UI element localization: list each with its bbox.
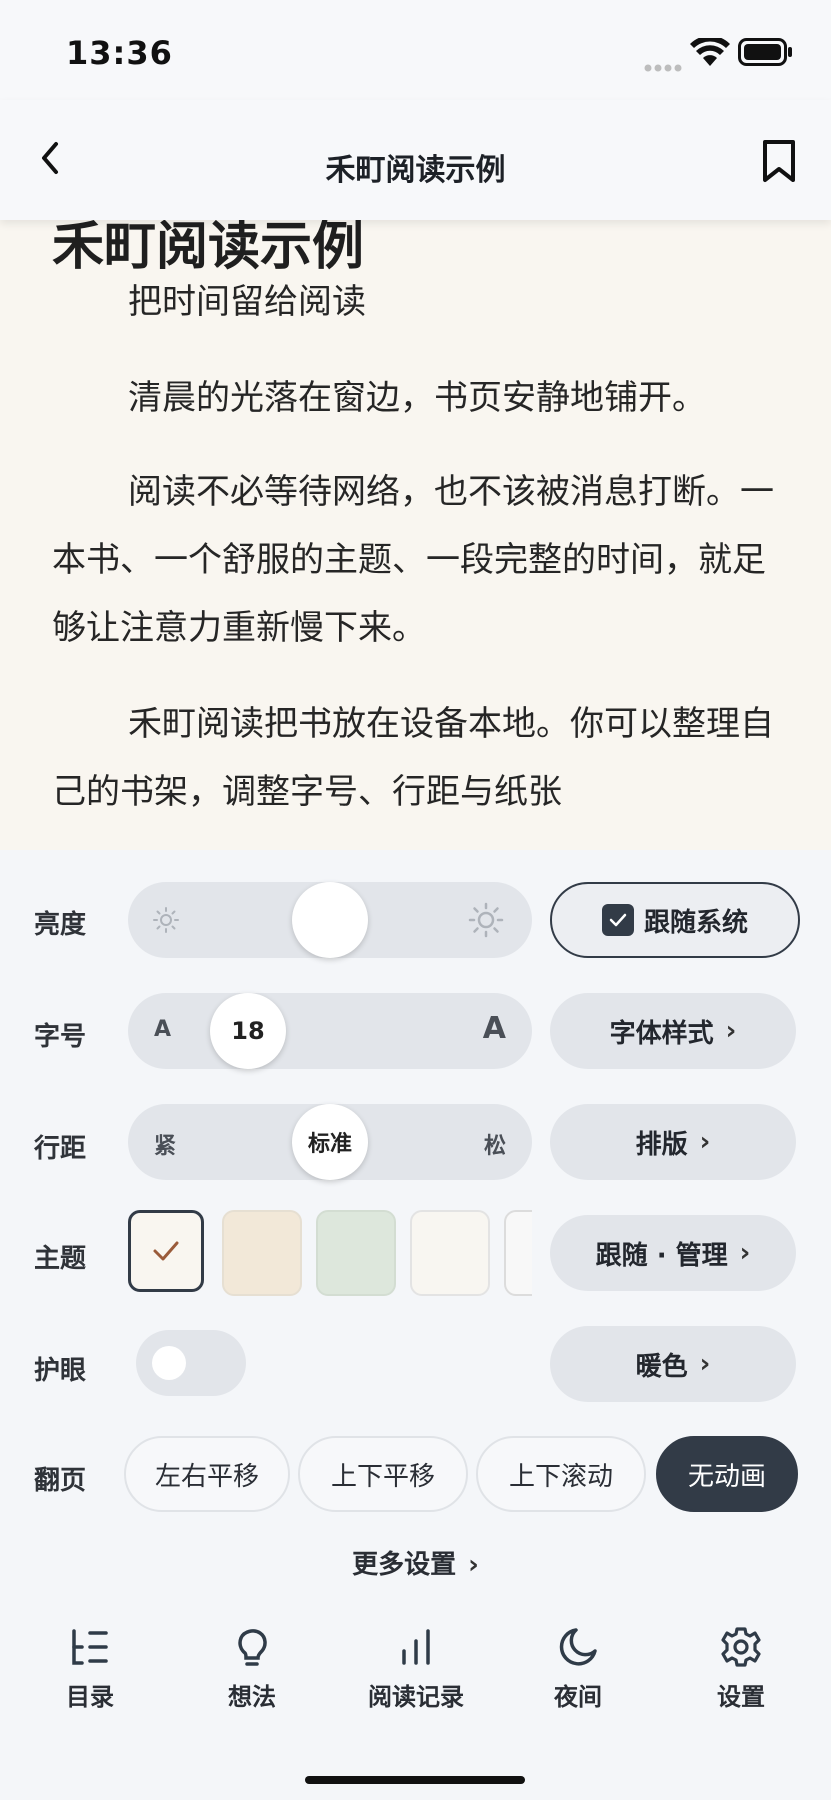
theme-swatch-green[interactable] [316, 1210, 396, 1296]
theme-swatch-custom[interactable] [504, 1210, 532, 1296]
more-settings-link[interactable]: 更多设置 › [0, 1544, 831, 1581]
paragraph: 禾町阅读把书放在设备本地。你可以整理自己的书架，调整字号、行距与纸张 [52, 704, 774, 812]
page-turn-label: 翻页 [34, 1466, 87, 1496]
sun-dim-icon [152, 906, 180, 938]
more-settings-label: 更多设置 [352, 1550, 457, 1580]
tab-label: 夜间 [554, 1683, 602, 1711]
eye-care-switch[interactable] [136, 1330, 246, 1396]
check-icon [153, 1241, 179, 1261]
wifi-icon [690, 35, 730, 72]
theme-manage-button[interactable]: 跟随 · 管理 › [550, 1215, 796, 1291]
tab-label: 设置 [717, 1683, 765, 1711]
line-spacing-tight-label: 紧 [154, 1134, 177, 1159]
chevron-right-icon: › [725, 1016, 737, 1046]
tab-label: 想法 [228, 1683, 276, 1711]
tab-night[interactable]: 夜间 [498, 1625, 658, 1712]
line-spacing-loose-label: 松 [483, 1134, 506, 1159]
font-size-label: 字号 [34, 1022, 87, 1052]
font-style-label: 字体样式 [609, 1018, 714, 1049]
bar-chart-icon [402, 1629, 430, 1665]
brightness-label: 亮度 [34, 910, 87, 940]
chevron-right-icon: › [699, 1127, 711, 1157]
status-time: 13:36 [66, 34, 173, 72]
line-spacing-label: 行距 [34, 1134, 87, 1164]
page-turn-option[interactable]: 上下平移 [298, 1436, 468, 1512]
checkbox-checked-icon [601, 904, 634, 936]
tab-reading-stats[interactable]: 阅读记录 [336, 1625, 496, 1712]
layout-button[interactable]: 排版 › [550, 1104, 796, 1180]
home-indicator [305, 1776, 525, 1784]
theme-swatch-white[interactable] [410, 1210, 490, 1296]
font-small-label: A [154, 1017, 172, 1042]
chevron-right-icon: › [468, 1550, 479, 1580]
warm-color-label: 暖色 [635, 1351, 688, 1382]
cellular-signal-icon [644, 58, 682, 77]
theme-swatch-list [128, 1210, 532, 1296]
gear-icon [721, 1627, 761, 1667]
page-turn-option[interactable]: 左右平移 [124, 1436, 290, 1512]
chevron-right-icon: › [739, 1238, 751, 1268]
paragraph: 把时间留给阅读 [128, 282, 366, 322]
paragraph: 阅读不必等待网络，也不该被消息打断。一本书、一个舒服的主题、一段完整的时间，就足… [52, 472, 774, 648]
font-size-knob[interactable]: 18 [210, 993, 286, 1069]
theme-swatch-cream[interactable] [222, 1210, 302, 1296]
page-turn-option-selected[interactable]: 无动画 [656, 1436, 798, 1512]
tab-label: 目录 [66, 1683, 114, 1711]
toc-icon [72, 1629, 108, 1665]
page-title: 禾町阅读示例 [325, 153, 506, 188]
font-style-button[interactable]: 字体样式 › [550, 993, 796, 1069]
reading-page[interactable]: 禾町阅读示例 把时间留给阅读 清晨的光落在窗边，书页安静地铺开。 阅读不必等待网… [0, 190, 831, 850]
chevron-right-icon: › [699, 1349, 711, 1379]
bookmark-button[interactable] [760, 138, 798, 188]
theme-manage-label: 跟随 · 管理 [595, 1240, 728, 1271]
font-size-slider[interactable]: A 18 A [128, 993, 532, 1069]
switch-thumb [152, 1346, 186, 1380]
line-spacing-slider[interactable]: 紧 标准 松 [128, 1104, 532, 1180]
page-turn-options: 左右平移 上下平移 上下滚动 无动画 [120, 1436, 831, 1514]
tab-ideas[interactable]: 想法 [172, 1625, 332, 1712]
warm-color-button[interactable]: 暖色 › [550, 1326, 796, 1402]
follow-system-toggle[interactable]: 跟随系统 [550, 882, 800, 958]
eye-care-label: 护眼 [34, 1356, 87, 1386]
tab-label: 阅读记录 [368, 1683, 464, 1711]
page-turn-option[interactable]: 上下滚动 [476, 1436, 646, 1512]
font-large-label: A [482, 1011, 506, 1046]
sun-bright-icon [468, 902, 504, 942]
tab-toc[interactable]: 目录 [10, 1625, 170, 1712]
paragraph: 清晨的光落在窗边，书页安静地铺开。 [128, 378, 706, 418]
follow-system-label: 跟随系统 [643, 907, 748, 938]
moon-icon [559, 1628, 597, 1666]
line-spacing-knob[interactable]: 标准 [292, 1104, 368, 1180]
layout-label: 排版 [635, 1129, 688, 1160]
theme-swatch-paper[interactable] [128, 1210, 204, 1292]
theme-label: 主题 [34, 1244, 87, 1274]
brightness-slider[interactable] [128, 882, 532, 958]
battery-icon [738, 38, 794, 70]
lightbulb-icon [238, 1629, 267, 1666]
brightness-knob[interactable] [292, 882, 368, 958]
tab-settings[interactable]: 设置 [661, 1625, 821, 1712]
